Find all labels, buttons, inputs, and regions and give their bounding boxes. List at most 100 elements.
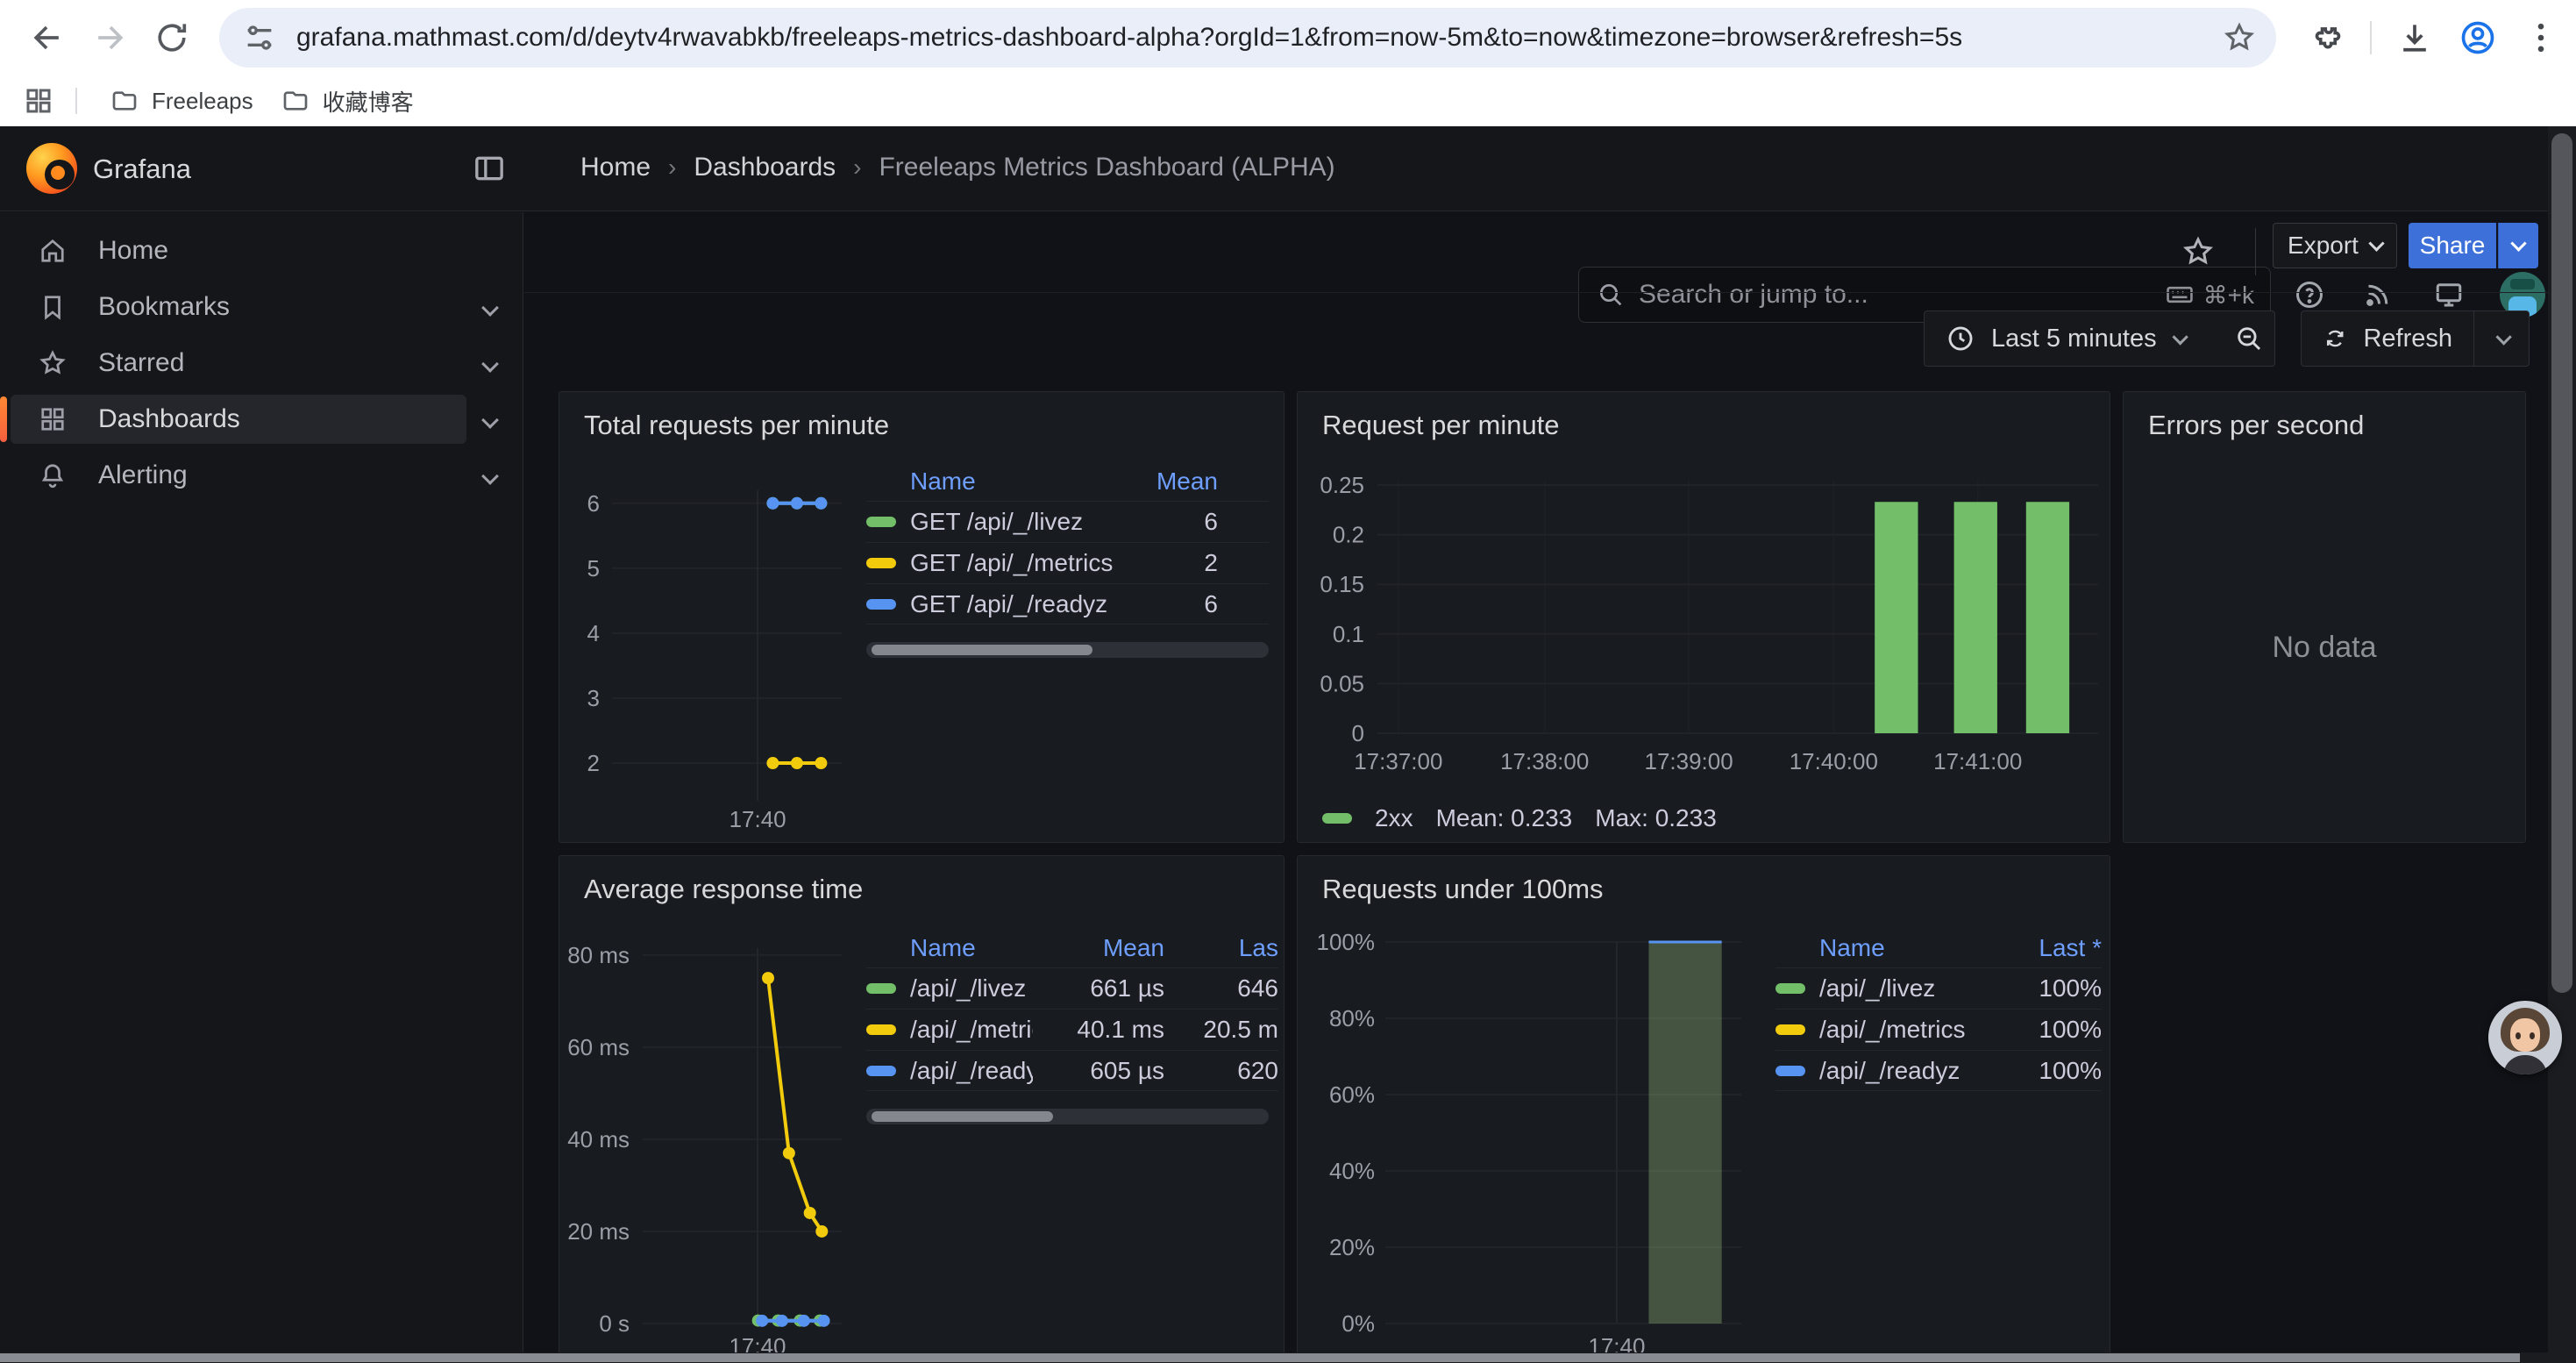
search-icon <box>1597 281 1625 309</box>
sidebar-link[interactable]: Home <box>11 226 466 275</box>
sidebar-item-alerting[interactable]: Alerting <box>0 451 523 500</box>
help-icon[interactable] <box>2288 274 2330 316</box>
series-name[interactable]: GET /api/_/readyz <box>866 590 1113 618</box>
legend-column-header[interactable]: Mean <box>1113 467 1218 496</box>
series-name[interactable]: /api/_/metrics <box>866 1016 1033 1044</box>
share-dropdown-button[interactable] <box>2498 223 2538 268</box>
url-bar[interactable]: grafana.mathmast.com/d/deytv4rwavabkb/fr… <box>219 8 2276 68</box>
sidebar-link[interactable]: Starred <box>11 339 466 388</box>
series-color-pill <box>866 558 896 568</box>
scrollbar-thumb[interactable] <box>0 1353 2520 1362</box>
legend-column-header[interactable]: Name <box>866 467 1113 496</box>
extensions-icon[interactable] <box>2309 18 2347 57</box>
panel-title[interactable]: Errors per second <box>2148 410 2364 441</box>
chevron-down-icon[interactable] <box>481 411 499 429</box>
y-tick-label: 6 <box>587 490 600 517</box>
toolbar-divider <box>2370 21 2372 54</box>
legend-header: NameMean <box>866 462 1269 501</box>
sidebar-item-dashboards[interactable]: Dashboards <box>0 395 523 444</box>
bookmark-page-star-icon[interactable] <box>2222 20 2257 55</box>
series-name[interactable]: /api/_/readyz <box>1775 1057 1998 1085</box>
series-value: 6 <box>1113 508 1218 536</box>
refresh-button[interactable]: Refresh <box>2301 310 2474 367</box>
legend-scrollbar[interactable] <box>866 1109 1269 1124</box>
profile-icon[interactable] <box>2459 18 2497 57</box>
forward-icon[interactable] <box>83 11 136 64</box>
y-tick-label: 2 <box>587 750 600 776</box>
display-monitor-icon[interactable] <box>2428 274 2470 316</box>
site-settings-icon[interactable] <box>242 20 277 55</box>
series-name[interactable]: /api/_/readyz <box>866 1057 1033 1085</box>
news-rss-icon[interactable] <box>2357 274 2399 316</box>
scrollbar-thumb[interactable] <box>872 645 1092 655</box>
sidebar-item-home[interactable]: Home <box>0 226 523 275</box>
chevron-down-icon <box>2495 329 2511 345</box>
legend-row: GET /api/_/metrics2 <box>866 542 1269 583</box>
sidebar-link[interactable]: Alerting <box>11 451 466 500</box>
series-name[interactable]: GET /api/_/metrics <box>866 549 1113 577</box>
export-button[interactable]: Export <box>2273 223 2397 268</box>
floating-assistant-avatar[interactable] <box>2488 1001 2562 1074</box>
panel-avg-response-time: Average response time 80 ms60 ms40 ms20 … <box>559 855 1284 1362</box>
scrollbar-thumb[interactable] <box>2551 133 2572 993</box>
series-name[interactable]: /api/_/livez <box>1775 974 1998 1003</box>
folder-icon <box>281 87 310 115</box>
series-name[interactable]: GET /api/_/livez <box>866 508 1113 536</box>
legend-column-header[interactable]: Mean <box>1033 934 1164 962</box>
downloads-icon[interactable] <box>2395 18 2434 57</box>
apps-grid-icon[interactable] <box>23 85 54 117</box>
area-fill <box>1648 942 1721 1324</box>
back-icon[interactable] <box>21 11 74 64</box>
time-range-picker[interactable]: Last 5 minutes <box>1924 310 2224 367</box>
legend-column-header[interactable]: Name <box>1775 934 1998 962</box>
mega-menu-toggle-icon[interactable] <box>472 151 507 186</box>
chevron-down-icon[interactable] <box>481 467 499 485</box>
menu-dots-icon[interactable] <box>2522 18 2560 57</box>
horizontal-scrollbar[interactable] <box>0 1352 2576 1363</box>
series-color-pill <box>866 1024 896 1035</box>
data-point <box>804 1207 816 1219</box>
bookmark-folder-blogs[interactable]: 收藏博客 <box>267 82 428 120</box>
chevron-down-icon[interactable] <box>481 299 499 317</box>
vertical-scrollbar[interactable] <box>2548 126 2576 1352</box>
chevron-down-icon[interactable] <box>481 355 499 373</box>
search-input[interactable] <box>1639 280 2165 310</box>
series-name[interactable]: 2xx <box>1375 804 1413 832</box>
sidebar-item-starred[interactable]: Starred <box>0 339 523 388</box>
legend-column-header[interactable]: Las <box>1164 934 1278 962</box>
folder-icon <box>110 87 139 115</box>
series-name[interactable]: /api/_/livez <box>866 974 1033 1003</box>
refresh-interval-dropdown[interactable] <box>2473 310 2530 367</box>
sidebar-item-label: Alerting <box>98 460 188 490</box>
legend-row: /api/_/livez100% <box>1775 967 2102 1009</box>
bookmark-folder-label: 收藏博客 <box>323 85 414 118</box>
breadcrumb-item[interactable]: Dashboards <box>694 153 836 182</box>
legend-column-header[interactable]: Name <box>866 934 1033 962</box>
reload-icon[interactable] <box>146 11 198 64</box>
request-per-minute-chart[interactable]: 17:37:0017:38:0017:39:0017:40:0017:41:00… <box>1298 392 2110 843</box>
grafana-logo[interactable] <box>26 143 77 194</box>
sidebar-item-label: Home <box>98 236 168 266</box>
sidebar-link[interactable]: Bookmarks <box>11 282 466 332</box>
data-point <box>766 757 779 769</box>
sidebar-item-bookmarks[interactable]: Bookmarks <box>0 282 523 332</box>
y-tick-label: 40% <box>1329 1158 1375 1184</box>
legend-scrollbar[interactable] <box>866 642 1269 658</box>
bookmark-folder-freeleaps[interactable]: Freeleaps <box>96 82 267 120</box>
legend-row: /api/_/readyz605 µs620 <box>866 1050 1278 1091</box>
series-value: 100% <box>1998 974 2102 1003</box>
zoom-out-time-button[interactable] <box>2223 310 2275 367</box>
share-button[interactable]: Share <box>2409 223 2496 268</box>
favorite-dashboard-star-icon[interactable] <box>2181 234 2216 269</box>
bell-icon <box>37 460 68 491</box>
sidebar-item-label: Starred <box>98 348 184 378</box>
series-name[interactable]: /api/_/metrics <box>1775 1016 1998 1044</box>
url-text[interactable]: grafana.mathmast.com/d/deytv4rwavabkb/fr… <box>296 23 2276 53</box>
scrollbar-thumb[interactable] <box>872 1111 1053 1122</box>
bar <box>1954 502 1997 733</box>
legend-column-header[interactable]: Last * <box>1998 934 2102 962</box>
series-value: 20.5 m <box>1164 1016 1278 1044</box>
sidebar-link[interactable]: Dashboards <box>11 395 466 444</box>
series-value: 6 <box>1113 590 1218 618</box>
breadcrumb-item[interactable]: Home <box>580 153 651 182</box>
